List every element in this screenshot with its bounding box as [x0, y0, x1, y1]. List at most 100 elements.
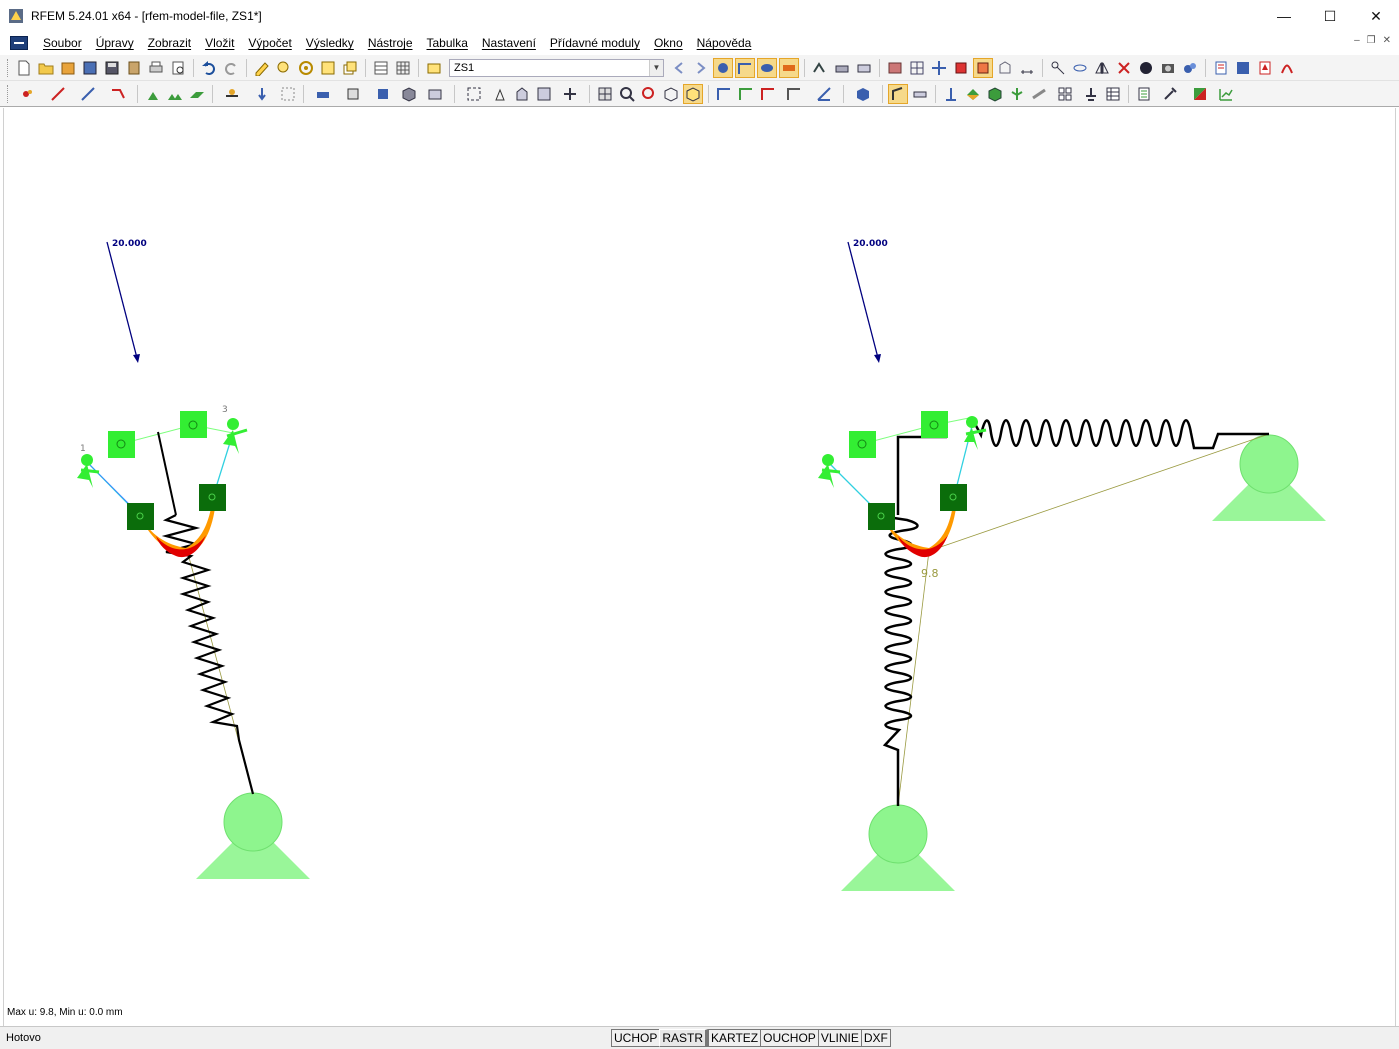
menu-nastaveni[interactable]: Nastavení	[475, 36, 543, 50]
mdi-restore-button[interactable]: ❐	[1367, 35, 1376, 46]
grid-view-icon[interactable]	[907, 58, 927, 78]
load-generator-icon[interactable]	[421, 84, 449, 104]
print-icon[interactable]	[146, 58, 166, 78]
mirror-icon[interactable]	[1092, 58, 1112, 78]
member-hinge[interactable]	[868, 503, 895, 530]
support-display-icon[interactable]	[941, 84, 961, 104]
chevron-down-icon[interactable]: ▼	[649, 59, 663, 76]
zoom-window-icon[interactable]	[617, 84, 637, 104]
nodal-load-icon[interactable]	[248, 84, 276, 104]
clipboard-icon[interactable]	[124, 58, 144, 78]
toggle-dxf[interactable]: DXF	[860, 1029, 891, 1047]
nodal-support-icon[interactable]	[143, 84, 163, 104]
member-hinge[interactable]	[199, 484, 226, 511]
member-hinge[interactable]	[940, 484, 967, 511]
member-hinge[interactable]	[849, 431, 876, 458]
toggle-vlinie[interactable]: VLINIE	[817, 1029, 861, 1047]
next-load-case-icon[interactable]	[691, 58, 711, 78]
menu-upravy[interactable]: Úpravy	[89, 36, 141, 50]
view-x-icon[interactable]	[714, 84, 734, 104]
section-icon[interactable]	[832, 58, 852, 78]
view-filter-icon[interactable]	[885, 58, 905, 78]
view-y-icon[interactable]	[736, 84, 756, 104]
undo-icon[interactable]	[199, 58, 219, 78]
result-values-icon[interactable]	[735, 57, 755, 78]
open-block-icon[interactable]	[58, 58, 78, 78]
node-support-1[interactable]	[77, 454, 100, 488]
member-hinge-icon[interactable]	[218, 84, 246, 104]
menu-tabulka[interactable]: Tabulka	[420, 36, 475, 50]
minimize-button[interactable]: —	[1261, 0, 1307, 32]
delete-icon[interactable]	[1114, 58, 1134, 78]
wireframe-icon[interactable]	[973, 57, 993, 78]
layout-icon[interactable]	[1051, 84, 1079, 104]
toolbar-grip[interactable]	[7, 84, 10, 103]
surface-load-icon[interactable]	[309, 84, 337, 104]
menu-soubor[interactable]: Soubor	[36, 36, 89, 50]
document-menu-icon[interactable]	[10, 36, 28, 50]
color-scale-icon[interactable]	[963, 84, 983, 104]
new-line-icon[interactable]	[44, 84, 72, 104]
view-axis-icon[interactable]	[780, 84, 808, 104]
render-icon[interactable]	[995, 58, 1015, 78]
line-snap-icon[interactable]	[888, 83, 908, 104]
member-hinge[interactable]	[921, 411, 948, 438]
toggle-rastr[interactable]: RASTR	[659, 1029, 709, 1047]
report-icon[interactable]	[1211, 58, 1231, 78]
tools-icon[interactable]	[1156, 84, 1184, 104]
menu-nastroje[interactable]: Nástroje	[361, 36, 420, 50]
member-load-icon[interactable]	[278, 84, 298, 104]
toolbar-grip[interactable]	[7, 58, 10, 77]
new-member-icon[interactable]	[74, 84, 102, 104]
previous-load-case-icon[interactable]	[669, 58, 689, 78]
notes-icon[interactable]	[1134, 84, 1154, 104]
model-edit-icon[interactable]	[252, 58, 272, 78]
export-icon[interactable]	[1255, 58, 1275, 78]
isometric-view-icon[interactable]	[661, 84, 681, 104]
chart-icon[interactable]	[1216, 84, 1236, 104]
result-beam-icon[interactable]	[854, 58, 874, 78]
print-preview-icon[interactable]	[168, 58, 188, 78]
rotate-icon[interactable]	[1070, 58, 1090, 78]
load-case-select[interactable]: ZS1 ▼	[449, 58, 664, 77]
measure-icon[interactable]	[910, 84, 930, 104]
divide-icon[interactable]	[556, 84, 584, 104]
save-all-icon[interactable]	[80, 58, 100, 78]
show-results-icon[interactable]	[713, 57, 733, 78]
scale-icon[interactable]	[534, 84, 554, 104]
member-hinge[interactable]	[180, 411, 207, 438]
maximize-button[interactable]: ☐	[1307, 0, 1353, 32]
menu-pridavne-moduly[interactable]: Přídavné moduly	[543, 36, 647, 50]
select-window-icon[interactable]	[490, 84, 510, 104]
mdi-minimize-button[interactable]: –	[1354, 35, 1360, 46]
node-support-3[interactable]	[223, 418, 248, 454]
front-view-icon[interactable]	[683, 83, 703, 104]
close-button[interactable]: ✕	[1353, 0, 1399, 32]
surface-support-icon[interactable]	[187, 84, 207, 104]
save-icon[interactable]	[102, 58, 122, 78]
diagram-colors-icon[interactable]	[1186, 84, 1214, 104]
nodal-support-right-bottom[interactable]	[841, 804, 955, 891]
menu-vysledky[interactable]: Výsledky	[299, 36, 361, 50]
model-view[interactable]: 20.000 1 3 20.000 9.8	[4, 108, 1397, 1026]
table-icon[interactable]	[371, 58, 391, 78]
section-display-icon[interactable]	[1029, 84, 1049, 104]
graphics-window[interactable]: 20.000 1 3 20.000 9.8	[3, 108, 1396, 1026]
toggle-kartez[interactable]: KARTEZ	[708, 1029, 761, 1047]
results-icon[interactable]	[318, 58, 338, 78]
line-support-icon[interactable]	[165, 84, 185, 104]
table-grid-icon[interactable]	[393, 58, 413, 78]
opening-icon[interactable]	[369, 84, 397, 104]
report-print-icon[interactable]	[1233, 58, 1253, 78]
move-icon[interactable]	[929, 58, 949, 78]
extreme-values-icon[interactable]	[779, 57, 799, 78]
open-folder-icon[interactable]	[36, 58, 56, 78]
new-node-icon[interactable]	[14, 84, 42, 104]
new-file-icon[interactable]	[14, 58, 34, 78]
zoom-icon[interactable]	[639, 84, 659, 104]
menu-vypocet[interactable]: Výpočet	[241, 36, 298, 50]
member-hinge[interactable]	[127, 503, 154, 530]
member-display-icon[interactable]	[1007, 84, 1027, 104]
dimension-icon[interactable]	[1017, 58, 1037, 78]
solid-display-icon[interactable]	[985, 84, 1005, 104]
